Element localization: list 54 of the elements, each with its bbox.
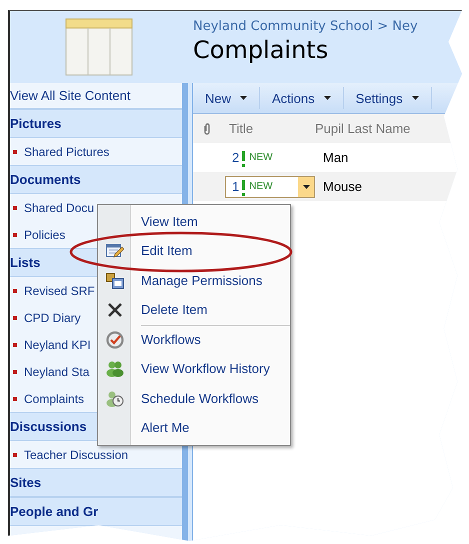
- permissions-icon: [106, 272, 124, 289]
- sidebar-heading[interactable]: Sites: [10, 468, 182, 497]
- workflow-icon: [106, 330, 124, 349]
- sidebar-heading[interactable]: Pictures: [10, 109, 182, 138]
- menu-item[interactable]: Delete Item: [141, 302, 208, 318]
- bullet-icon: [13, 288, 17, 292]
- bullet-icon: [13, 150, 17, 154]
- people-clock-icon: [106, 390, 124, 407]
- bullet-icon: [13, 232, 17, 236]
- caret-icon: [324, 96, 331, 100]
- sidebar-heading[interactable]: Documents: [10, 165, 182, 194]
- caret-icon: [412, 96, 419, 100]
- menu-item[interactable]: Schedule Workflows: [141, 390, 259, 407]
- new-label: NEW: [249, 181, 273, 192]
- sidebar-item[interactable]: Shared Pictures: [24, 144, 110, 158]
- new-icon: [242, 180, 246, 193]
- column-header[interactable]: Title: [229, 121, 307, 136]
- table-cell: Mouse: [323, 179, 362, 194]
- sidebar-item[interactable]: Neyland KPI: [24, 338, 91, 352]
- column-header[interactable]: Pupil Last Name: [315, 121, 410, 136]
- edit-icon: [106, 243, 124, 260]
- sidebar-item[interactable]: Shared Docu: [24, 200, 94, 214]
- new-icon: [242, 151, 246, 164]
- bullet-icon: [13, 452, 17, 456]
- toolbar-menu-button[interactable]: New: [193, 87, 260, 109]
- sidebar-item[interactable]: Teacher Discussion: [24, 448, 128, 462]
- toolbar-menu-button[interactable]: Actions: [260, 87, 344, 109]
- sidebar-item[interactable]: Policies: [24, 228, 66, 242]
- sidebar-item[interactable]: Complaints: [24, 392, 84, 406]
- list-icon: [64, 17, 134, 77]
- sidebar-item[interactable]: Revised SRF: [24, 284, 95, 298]
- bullet-icon: [13, 396, 17, 400]
- bullet-icon: [13, 206, 17, 210]
- title-cell[interactable]: 1 NEW: [225, 176, 315, 198]
- toolbar-menu-button[interactable]: Settings: [344, 87, 432, 109]
- paperclip-icon: [203, 122, 211, 134]
- sidebar-heading[interactable]: People and Gr: [10, 497, 182, 526]
- bullet-icon: [13, 342, 17, 346]
- menu-item[interactable]: View Item: [141, 214, 198, 230]
- bullet-icon: [13, 316, 17, 320]
- caret-icon: [240, 96, 248, 100]
- sidebar-item[interactable]: Neyland Sta: [24, 364, 90, 378]
- people-icon: [106, 361, 124, 378]
- delete-icon: [108, 303, 122, 318]
- table-cell: Man: [323, 150, 348, 165]
- breadcrumb[interactable]: Neyland Community School > Ney: [193, 19, 418, 34]
- sidebar-item[interactable]: CPD Diary: [24, 310, 81, 324]
- bullet-icon: [13, 370, 17, 374]
- page-title: Complaints: [193, 36, 330, 64]
- dropdown-icon[interactable]: [298, 176, 314, 196]
- menu-item[interactable]: View Workflow History: [141, 361, 270, 378]
- menu-item[interactable]: Workflows: [141, 332, 201, 348]
- new-label: NEW: [249, 152, 273, 163]
- title-cell[interactable]: 2 NEW: [225, 146, 315, 168]
